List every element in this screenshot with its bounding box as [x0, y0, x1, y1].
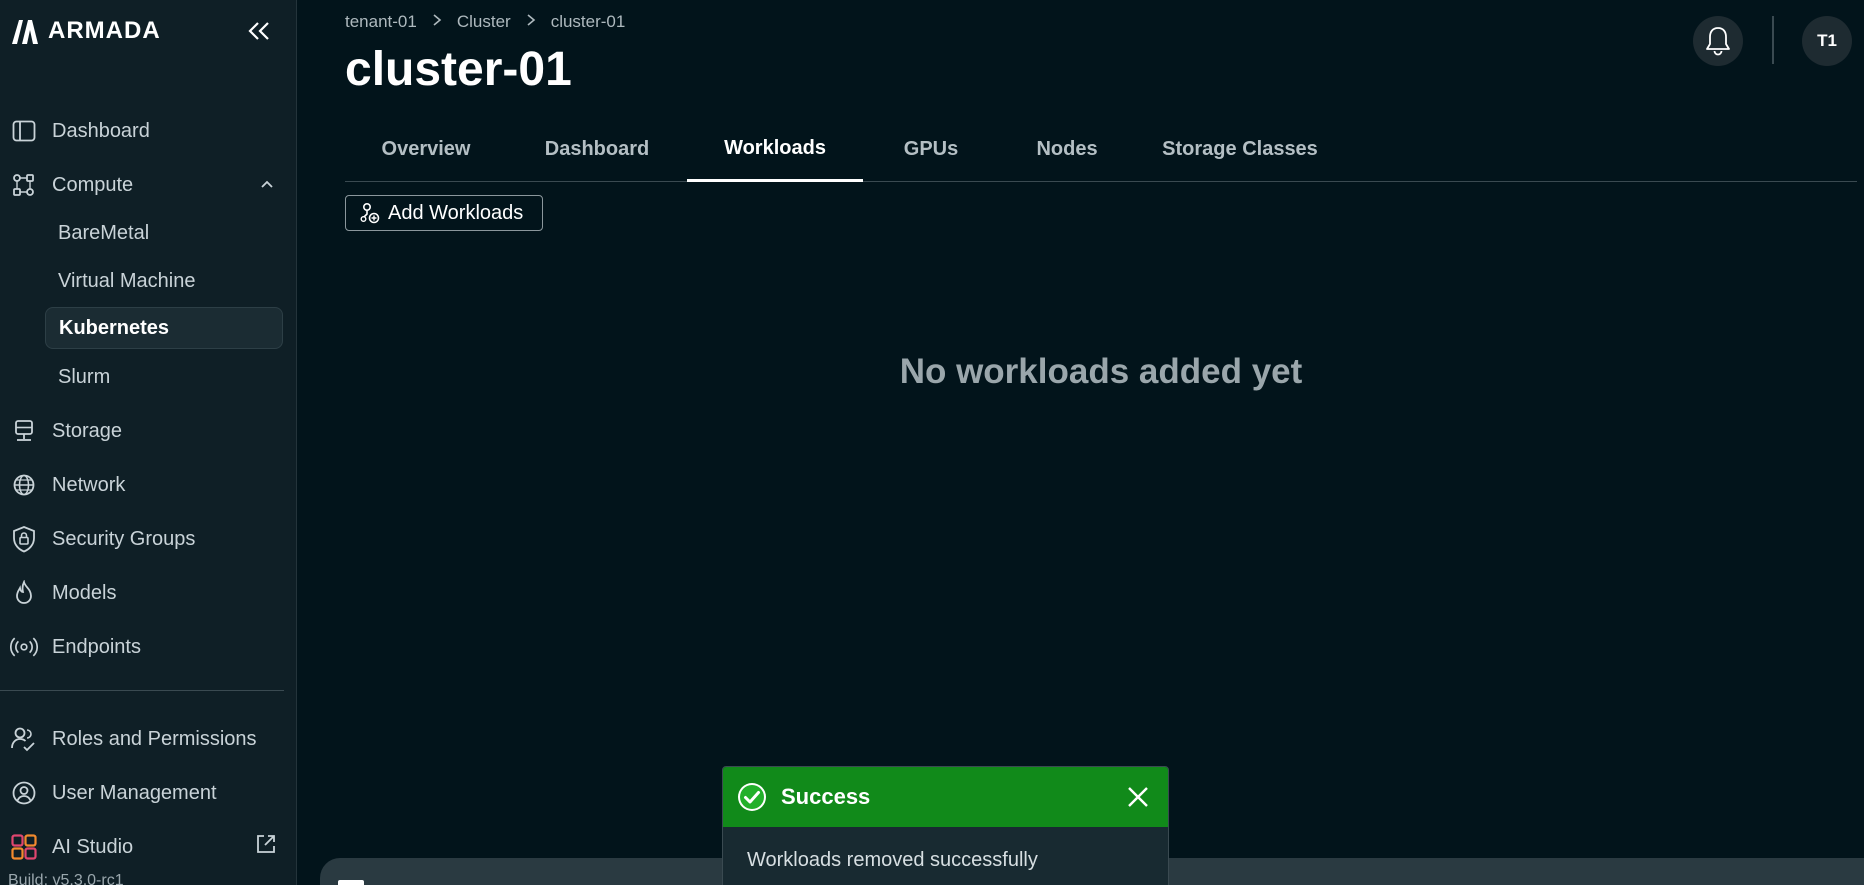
- armada-logo-icon: [10, 16, 40, 46]
- tab-gpus[interactable]: GPUs: [863, 118, 999, 181]
- sidebar-item-label: Network: [52, 473, 126, 496]
- notifications-button[interactable]: [1693, 16, 1743, 66]
- broadcast-icon: [10, 633, 38, 661]
- chevron-right-icon: [431, 13, 443, 32]
- bell-icon: [1706, 27, 1730, 56]
- shield-lock-icon: [10, 525, 38, 553]
- add-workloads-label: Add Workloads: [388, 201, 524, 224]
- tab-nodes[interactable]: Nodes: [999, 118, 1135, 181]
- tab-bar: Overview Dashboard Workloads GPUs Nodes …: [345, 118, 1857, 182]
- empty-state-message: No workloads added yet: [899, 352, 1303, 391]
- globe-icon: [10, 471, 38, 499]
- double-chevron-left-icon: [248, 22, 269, 40]
- panel-handle: [338, 880, 364, 885]
- sidebar-item-models[interactable]: Models: [10, 573, 285, 613]
- sidebar-item-label: Storage: [52, 419, 123, 442]
- compute-icon: [10, 171, 38, 199]
- ai-studio-icon: [10, 833, 38, 861]
- sidebar-item-storage[interactable]: Storage: [10, 411, 285, 451]
- breadcrumb: tenant-01 Cluster cluster-01: [345, 12, 625, 32]
- check-circle-icon: [738, 783, 766, 811]
- sidebar-item-label: Compute: [52, 173, 134, 196]
- sidebar-subitem-slurm[interactable]: Slurm: [45, 356, 283, 398]
- workload-add-icon: [360, 202, 380, 224]
- external-link-icon[interactable]: [255, 833, 277, 861]
- success-toast: Success Workloads removed successfully: [722, 766, 1169, 885]
- layout-icon: [10, 117, 38, 145]
- sidebar-item-label: Endpoints: [52, 635, 141, 658]
- brand-name: ARMADA: [48, 17, 161, 44]
- sidebar-item-label: Dashboard: [52, 119, 150, 142]
- sidebar-item-label: AI Studio: [52, 835, 134, 858]
- sidebar-subitem-kubernetes[interactable]: Kubernetes: [45, 307, 283, 349]
- sidebar-subitem-virtual-machine[interactable]: Virtual Machine: [45, 260, 283, 302]
- sidebar-item-label: User Management: [52, 781, 217, 804]
- breadcrumb-item-tenant[interactable]: tenant-01: [345, 12, 417, 32]
- page-title: cluster-01: [345, 43, 572, 96]
- collapse-sidebar-button[interactable]: [246, 18, 272, 44]
- sidebar-item-label: Models: [52, 581, 117, 604]
- breadcrumb-item-current: cluster-01: [550, 12, 626, 31]
- close-icon: [1128, 787, 1148, 807]
- sidebar-item-user-management[interactable]: User Management: [10, 773, 285, 813]
- storage-icon: [10, 417, 38, 445]
- tab-dashboard[interactable]: Dashboard: [507, 118, 687, 181]
- sidebar-item-label: Roles and Permissions: [52, 727, 257, 750]
- toast-message: Workloads removed successfully: [747, 849, 1038, 871]
- sidebar-item-ai-studio[interactable]: AI Studio: [10, 827, 285, 867]
- flame-icon: [10, 579, 38, 607]
- sidebar-item-label: Security Groups: [52, 527, 196, 550]
- add-workloads-button[interactable]: Add Workloads: [345, 195, 543, 231]
- sidebar-item-endpoints[interactable]: Endpoints: [10, 627, 285, 667]
- chevron-up-icon: [259, 175, 275, 198]
- toast-close-button[interactable]: [1124, 783, 1152, 811]
- toast-header: Success: [723, 767, 1168, 827]
- tab-workloads[interactable]: Workloads: [687, 118, 863, 182]
- sidebar-item-security-groups[interactable]: Security Groups: [10, 519, 285, 559]
- sidebar-item-network[interactable]: Network: [10, 465, 285, 505]
- sidebar-item-dashboard[interactable]: Dashboard: [10, 111, 285, 151]
- tab-overview[interactable]: Overview: [345, 118, 507, 181]
- toast-title: Success: [781, 784, 871, 809]
- sidebar-item-compute[interactable]: Compute: [10, 165, 285, 205]
- build-version: Build: v5.3.0-rc1: [8, 872, 124, 885]
- breadcrumb-item-cluster[interactable]: Cluster: [457, 12, 511, 32]
- user-gear-icon: [10, 779, 38, 807]
- header-divider: [1772, 16, 1774, 64]
- chevron-right-icon: [525, 13, 537, 32]
- tab-storage-classes[interactable]: Storage Classes: [1135, 118, 1345, 181]
- sidebar: ARMADA Dashboard Compute BareMetal Virtu…: [0, 0, 297, 885]
- sidebar-subitem-baremetal[interactable]: BareMetal: [45, 212, 283, 254]
- sidebar-divider: [0, 690, 284, 691]
- brand[interactable]: ARMADA: [10, 14, 161, 48]
- users-check-icon: [10, 725, 38, 753]
- user-avatar[interactable]: T1: [1802, 16, 1852, 66]
- sidebar-item-roles-permissions[interactable]: Roles and Permissions: [10, 719, 285, 759]
